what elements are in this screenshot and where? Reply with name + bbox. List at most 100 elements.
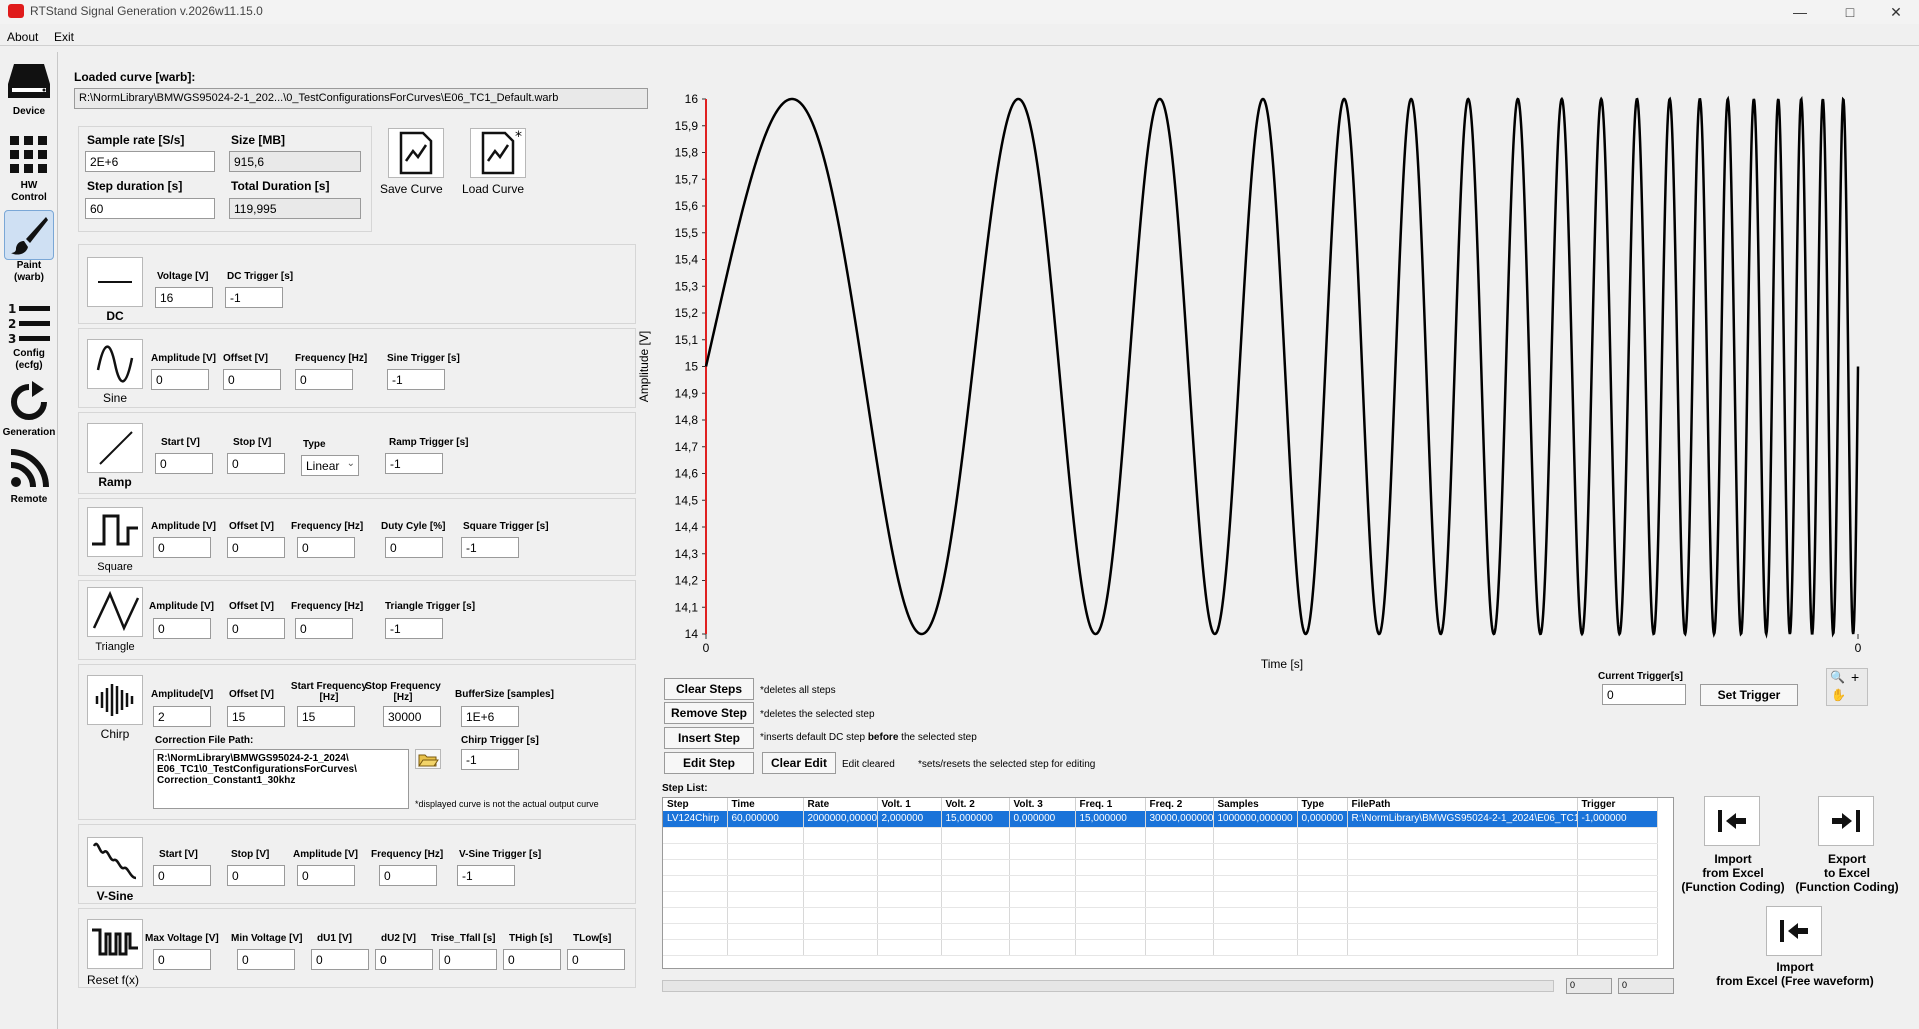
menu-exit[interactable]: Exit	[54, 30, 74, 44]
table-row[interactable]: LV124Chirp 60,000000 2000000,000000 2,00000…	[663, 811, 1658, 828]
column-header[interactable]: Type	[1297, 798, 1348, 811]
clear-steps-button[interactable]: Clear Steps	[664, 678, 754, 700]
sidebar-item-remote[interactable]: Remote	[2, 444, 56, 505]
menu-about[interactable]: About	[7, 30, 38, 44]
table-row[interactable]	[663, 907, 1658, 924]
sidebar-item-config[interactable]: 123 Config (ecfg)	[2, 298, 56, 372]
sine-button[interactable]	[87, 339, 143, 389]
dc-trigger-input[interactable]: -1	[225, 287, 283, 308]
ramp-trigger-input[interactable]: -1	[385, 453, 443, 474]
ramp-type-select[interactable]: Linear ⌄	[301, 455, 359, 476]
reset-tlow-input[interactable]: 0	[567, 949, 625, 970]
column-header[interactable]: Volt. 1	[877, 798, 942, 811]
sine-freq-input[interactable]: 0	[295, 369, 353, 390]
minimize-icon[interactable]: —	[1780, 2, 1820, 22]
square-trigger-input[interactable]: -1	[461, 537, 519, 558]
sidebar-item-generation[interactable]: Generation	[2, 377, 56, 438]
reset-maxv-input[interactable]: 0	[153, 949, 211, 970]
step-duration-input[interactable]: 60	[85, 198, 215, 219]
insert-step-button[interactable]: Insert Step	[664, 727, 754, 749]
import-excel-fc-button[interactable]	[1704, 796, 1760, 846]
reset-minv-input[interactable]: 0	[237, 949, 295, 970]
column-header[interactable]: Volt. 2	[941, 798, 1010, 811]
chirp-corr-path[interactable]: R:\NormLibrary\BMWGS95024-2-1_2024\ E06_…	[153, 749, 409, 809]
chirp-stop-input[interactable]: 30000	[383, 706, 441, 727]
column-header[interactable]: Volt. 3	[1009, 798, 1076, 811]
sine-amp-input[interactable]: 0	[151, 369, 209, 390]
export-excel-fc-button[interactable]	[1818, 796, 1874, 846]
triangle-trigger-input[interactable]: -1	[385, 618, 443, 639]
square-amp-input[interactable]: 0	[153, 537, 211, 558]
chirp-trigger-input[interactable]: -1	[461, 749, 519, 770]
table-row[interactable]	[663, 891, 1658, 908]
vsine-stop-input[interactable]: 0	[227, 865, 285, 886]
edit-step-button[interactable]: Edit Step	[664, 752, 754, 774]
table-row[interactable]	[663, 843, 1658, 860]
table-cell	[1145, 907, 1214, 924]
load-curve-button[interactable]: *	[470, 128, 526, 178]
square-offset-input[interactable]: 0	[227, 537, 285, 558]
save-curve-button[interactable]	[388, 128, 444, 178]
vsine-trigger-input[interactable]: -1	[457, 865, 515, 886]
sine-trigger-input[interactable]: -1	[387, 369, 445, 390]
triangle-freq-input[interactable]: 0	[295, 618, 353, 639]
square-button[interactable]	[87, 507, 143, 557]
column-header[interactable]: Time	[727, 798, 804, 811]
reset-fx-button[interactable]	[87, 919, 143, 969]
sample-rate-input[interactable]: 2E+6	[85, 151, 215, 172]
ramp-panel: Ramp Start [V] 0 Stop [V] 0 Type Linear …	[78, 412, 636, 494]
ramp-button[interactable]	[87, 423, 143, 473]
sidebar-item-hw-control[interactable]: HW Control	[2, 130, 56, 204]
reset-du2-input[interactable]: 0	[375, 949, 433, 970]
triangle-button[interactable]	[87, 587, 143, 637]
step-list-table[interactable]: Step Time Rate Volt. 1 Volt. 2 Volt. 3 Freq. 1…	[662, 797, 1674, 969]
table-row[interactable]	[663, 827, 1658, 844]
current-trigger-input[interactable]: 0	[1602, 684, 1686, 705]
column-header[interactable]: Step	[663, 798, 728, 811]
vsine-start-input[interactable]: 0	[153, 865, 211, 886]
square-duty-input[interactable]: 0	[385, 537, 443, 558]
reset-trise-input[interactable]: 0	[439, 949, 497, 970]
sidebar-item-device[interactable]: Device	[2, 56, 56, 117]
table-row[interactable]	[663, 859, 1658, 876]
chirp-start-input[interactable]: 15	[297, 706, 355, 727]
square-freq-input[interactable]: 0	[297, 537, 355, 558]
crosshair-icon[interactable]: +	[1851, 669, 1859, 685]
column-header[interactable]: Samples	[1213, 798, 1298, 811]
column-header[interactable]: FilePath	[1347, 798, 1578, 811]
pan-hand-icon[interactable]: ✋	[1831, 688, 1846, 702]
chirp-buffer-input[interactable]: 1E+6	[461, 706, 519, 727]
close-icon[interactable]: ✕	[1876, 2, 1916, 22]
reset-thigh-input[interactable]: 0	[503, 949, 561, 970]
vsine-amp-input[interactable]: 0	[297, 865, 355, 886]
maximize-icon[interactable]: □	[1830, 2, 1870, 22]
chirp-button[interactable]	[87, 675, 143, 725]
column-header[interactable]: Rate	[803, 798, 878, 811]
folder-open-button[interactable]	[415, 749, 441, 769]
column-header[interactable]: Trigger	[1577, 798, 1658, 811]
column-header[interactable]: Freq. 2	[1145, 798, 1214, 811]
clear-edit-button[interactable]: Clear Edit	[762, 752, 836, 774]
vsine-button[interactable]	[87, 837, 143, 887]
table-cell	[1009, 891, 1076, 908]
chirp-offset-input[interactable]: 15	[227, 706, 285, 727]
dc-button[interactable]	[87, 257, 143, 307]
remove-step-button[interactable]: Remove Step	[664, 702, 754, 724]
table-row[interactable]	[663, 939, 1658, 956]
sine-offset-input[interactable]: 0	[223, 369, 281, 390]
ramp-stop-input[interactable]: 0	[227, 453, 285, 474]
reset-du1-input[interactable]: 0	[311, 949, 369, 970]
table-row[interactable]	[663, 875, 1658, 892]
chirp-amp-input[interactable]: 2	[153, 706, 211, 727]
ramp-start-input[interactable]: 0	[155, 453, 213, 474]
zoom-icon[interactable]: 🔍	[1830, 670, 1845, 684]
table-row[interactable]	[663, 923, 1658, 940]
sidebar-item-paint[interactable]: Paint (warb)	[2, 210, 56, 284]
triangle-offset-input[interactable]: 0	[227, 618, 285, 639]
dc-voltage-input[interactable]: 16	[155, 287, 213, 308]
set-trigger-button[interactable]: Set Trigger	[1700, 684, 1798, 706]
vsine-freq-input[interactable]: 0	[379, 865, 437, 886]
import-excel-fw-button[interactable]	[1766, 906, 1822, 956]
triangle-amp-input[interactable]: 0	[153, 618, 211, 639]
column-header[interactable]: Freq. 1	[1075, 798, 1146, 811]
